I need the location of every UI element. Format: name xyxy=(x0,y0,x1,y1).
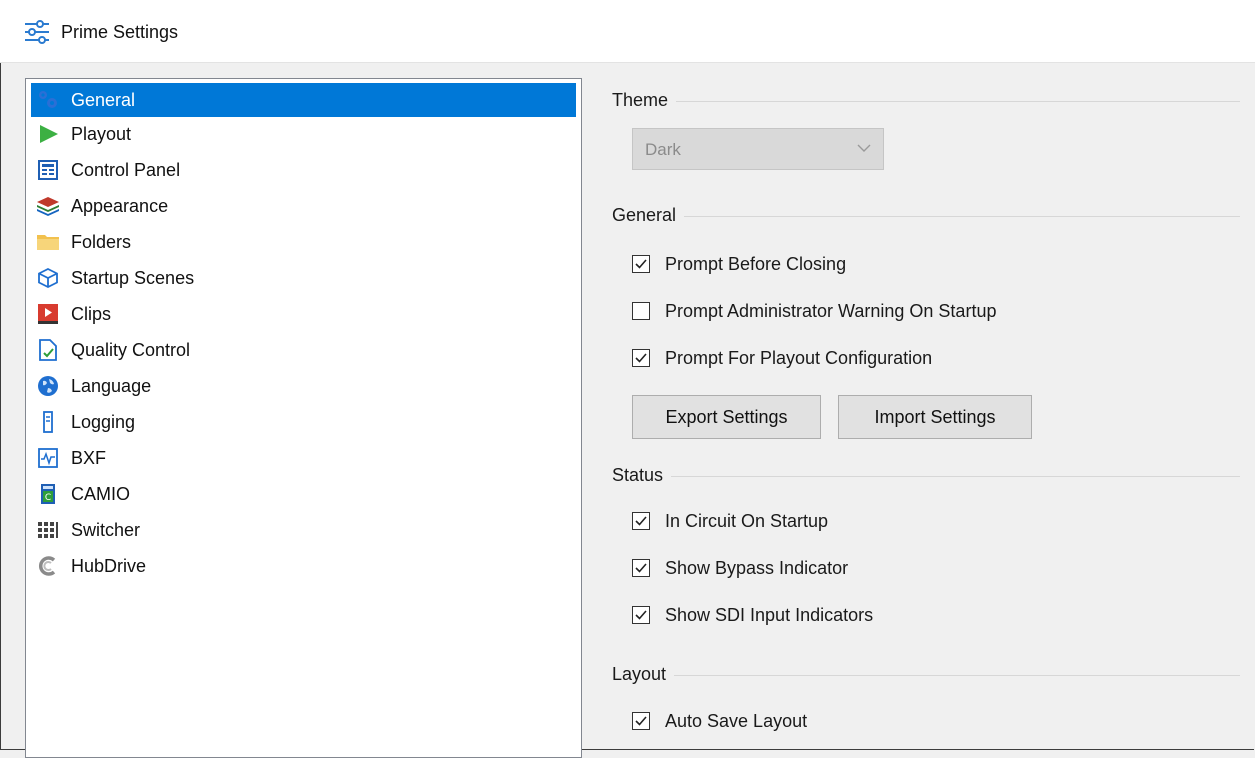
export-settings-button[interactable]: Export Settings xyxy=(632,395,821,439)
nav-item-label: Folders xyxy=(71,231,132,252)
layers-icon xyxy=(35,194,61,218)
nav-item-label: Language xyxy=(71,375,152,396)
settings-category-list[interactable]: General Playout Control Panel Appearance… xyxy=(25,78,582,758)
auto-save-layout-checkbox[interactable]: Auto Save Layout xyxy=(632,708,807,734)
nav-item-appearance[interactable]: Appearance xyxy=(31,189,576,223)
theme-dropdown[interactable]: Dark xyxy=(632,128,884,170)
checkbox-checked[interactable] xyxy=(632,606,650,624)
nav-item-label: Playout xyxy=(71,123,132,144)
section-divider xyxy=(671,475,1240,477)
control-panel-icon xyxy=(35,158,61,182)
nav-item-label: BXF xyxy=(71,447,107,468)
window-title: Prime Settings xyxy=(61,22,179,42)
section-title: Status xyxy=(612,464,664,485)
globe-icon xyxy=(35,374,61,398)
checkbox-checked[interactable] xyxy=(632,559,650,577)
checkbox-label: Prompt Administrator Warning On Startup xyxy=(665,300,997,321)
nav-item-clips[interactable]: Clips xyxy=(31,297,576,331)
svg-text:C: C xyxy=(45,493,51,503)
settings-content-panel: Theme Dark General Prompt Before Closing… xyxy=(612,0,1252,751)
section-divider xyxy=(674,674,1240,676)
nav-item-label: Switcher xyxy=(71,519,141,540)
folder-icon xyxy=(35,230,61,254)
chevron-down-icon xyxy=(857,144,871,152)
nav-item-control-panel[interactable]: Control Panel xyxy=(31,153,576,187)
section-title: General xyxy=(612,204,677,225)
checkbox-label: Auto Save Layout xyxy=(665,710,808,731)
show-sdi-input-indicators-checkbox[interactable]: Show SDI Input Indicators xyxy=(632,602,873,628)
nav-item-label: General xyxy=(71,89,136,110)
nav-item-label: Logging xyxy=(71,411,136,432)
nav-item-label: Control Panel xyxy=(71,159,181,180)
prompt-admin-warning-checkbox[interactable]: Prompt Administrator Warning On Startup xyxy=(632,298,996,324)
general-section-header: General xyxy=(612,203,1240,227)
prompt-playout-config-checkbox[interactable]: Prompt For Playout Configuration xyxy=(632,345,932,371)
camio-icon: C xyxy=(35,482,61,506)
checkbox-unchecked[interactable] xyxy=(632,302,650,320)
nav-item-language[interactable]: Language xyxy=(31,369,576,403)
section-title: Theme xyxy=(612,89,669,110)
nav-item-label: CAMIO xyxy=(71,483,131,504)
section-divider xyxy=(684,215,1240,217)
nav-item-logging[interactable]: Logging xyxy=(31,405,576,439)
nav-item-general[interactable]: General xyxy=(31,83,576,117)
settings-sliders-icon xyxy=(25,20,49,44)
cube-icon xyxy=(35,266,61,290)
nav-item-label: Startup Scenes xyxy=(71,267,195,288)
nav-item-folders[interactable]: Folders xyxy=(31,225,576,259)
checkbox-label: Show Bypass Indicator xyxy=(665,557,849,578)
nav-item-quality-control[interactable]: Quality Control xyxy=(31,333,576,367)
section-divider xyxy=(676,100,1240,102)
nav-item-label: Quality Control xyxy=(71,339,191,360)
section-title: Layout xyxy=(612,663,667,684)
layout-section-header: Layout xyxy=(612,662,1240,686)
document-check-icon xyxy=(35,338,61,362)
checkbox-label: Prompt For Playout Configuration xyxy=(665,347,933,368)
theme-section-header: Theme xyxy=(612,88,1240,112)
nav-item-label: HubDrive xyxy=(71,555,147,576)
clips-icon xyxy=(35,302,61,326)
in-circuit-on-startup-checkbox[interactable]: In Circuit On Startup xyxy=(632,508,828,534)
nav-item-bxf[interactable]: BXF xyxy=(31,441,576,475)
bxf-icon xyxy=(35,446,61,470)
nav-item-switcher[interactable]: Switcher xyxy=(31,513,576,547)
checkbox-checked[interactable] xyxy=(632,349,650,367)
prompt-before-closing-checkbox[interactable]: Prompt Before Closing xyxy=(632,251,846,277)
show-bypass-indicator-checkbox[interactable]: Show Bypass Indicator xyxy=(632,555,848,581)
checkbox-label: Prompt Before Closing xyxy=(665,253,847,274)
nav-item-label: Appearance xyxy=(71,195,169,216)
theme-dropdown-value: Dark xyxy=(645,140,681,159)
checkbox-label: Show SDI Input Indicators xyxy=(665,604,874,625)
import-settings-button[interactable]: Import Settings xyxy=(838,395,1032,439)
nav-item-label: Clips xyxy=(71,303,112,324)
nav-item-hubdrive[interactable]: HubDrive xyxy=(31,549,576,583)
checkbox-checked[interactable] xyxy=(632,712,650,730)
logging-icon xyxy=(35,410,61,434)
checkbox-checked[interactable] xyxy=(632,512,650,530)
nav-item-camio[interactable]: C CAMIO xyxy=(31,477,576,511)
checkbox-label: In Circuit On Startup xyxy=(665,510,829,531)
hubdrive-icon xyxy=(35,554,61,578)
checkbox-checked[interactable] xyxy=(632,255,650,273)
gear-icon xyxy=(35,88,61,112)
status-section-header: Status xyxy=(612,463,1240,487)
nav-item-playout[interactable]: Playout xyxy=(31,117,576,151)
grid-icon xyxy=(35,518,61,542)
play-icon xyxy=(35,122,61,146)
nav-item-startup-scenes[interactable]: Startup Scenes xyxy=(31,261,576,295)
